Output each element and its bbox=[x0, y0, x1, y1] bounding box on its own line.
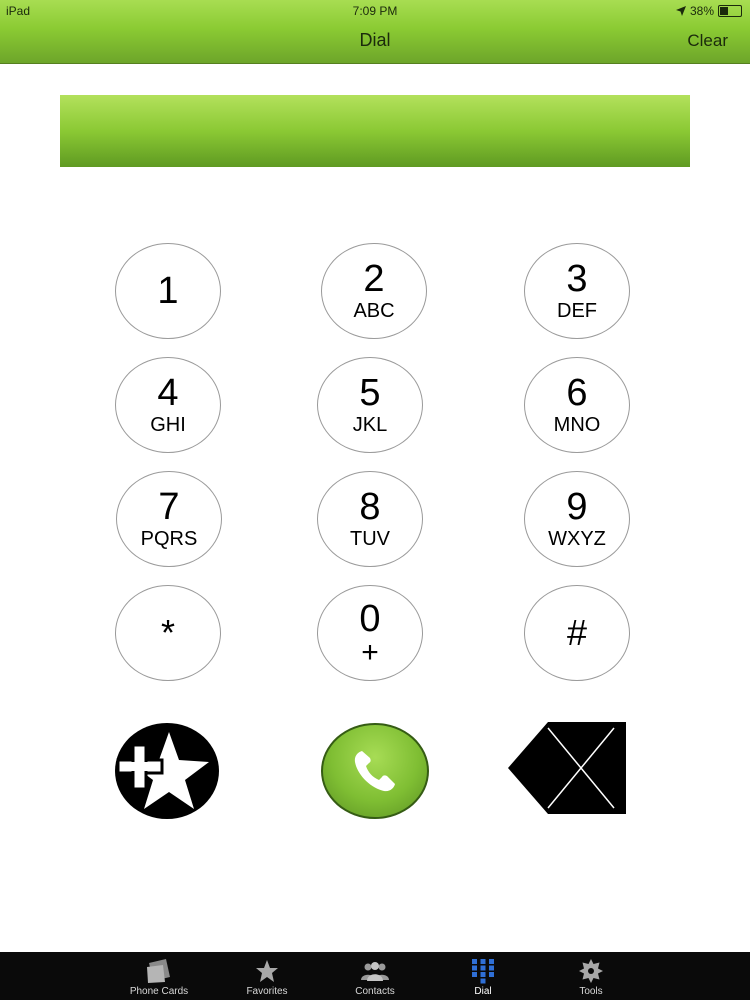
key-0[interactable]: 0 + bbox=[317, 585, 423, 681]
tab-phone-cards[interactable]: Phone Cards bbox=[105, 952, 213, 1000]
key-digit: 0 bbox=[359, 598, 381, 640]
tab-label: Contacts bbox=[355, 986, 395, 997]
location-arrow-icon bbox=[675, 6, 686, 16]
key-3[interactable]: 3 DEF bbox=[524, 243, 630, 339]
backspace-x-icon bbox=[508, 722, 626, 814]
key-hash[interactable]: # bbox=[524, 585, 630, 681]
key-letters: DEF bbox=[557, 300, 597, 322]
nav-bar: iPad 7:09 PM 38% Dial Clear bbox=[0, 0, 750, 64]
tab-dial[interactable]: Dial bbox=[429, 952, 537, 1000]
status-time: 7:09 PM bbox=[352, 4, 398, 18]
number-display bbox=[60, 95, 690, 167]
key-2[interactable]: 2 ABC bbox=[321, 243, 427, 339]
tab-tools[interactable]: Tools bbox=[537, 952, 645, 1000]
call-button[interactable] bbox=[321, 723, 429, 819]
tab-contacts[interactable]: Contacts bbox=[321, 952, 429, 1000]
key-5[interactable]: 5 JKL bbox=[317, 357, 423, 453]
key-digit: 5 bbox=[359, 372, 381, 414]
add-favorite-button[interactable] bbox=[114, 722, 220, 820]
tab-label: Tools bbox=[579, 986, 603, 997]
star-icon bbox=[255, 958, 279, 984]
key-letters: GHI bbox=[150, 414, 186, 436]
key-digit: 2 bbox=[363, 258, 385, 300]
key-digit: * bbox=[160, 612, 175, 653]
keypad-grid-icon bbox=[471, 958, 495, 984]
key-6[interactable]: 6 MNO bbox=[524, 357, 630, 453]
key-letters: WXYZ bbox=[548, 528, 606, 550]
key-4[interactable]: 4 GHI bbox=[115, 357, 221, 453]
key-digit: 8 bbox=[359, 486, 381, 528]
key-letters: + bbox=[361, 636, 379, 669]
key-letters: JKL bbox=[352, 414, 388, 436]
tab-label: Phone Cards bbox=[129, 986, 189, 997]
key-1[interactable]: 1 bbox=[115, 243, 221, 339]
tab-bar: Phone Cards Favorites Contacts Dial Tool… bbox=[0, 952, 750, 1000]
key-digit: # bbox=[566, 612, 588, 653]
tab-favorites[interactable]: Favorites bbox=[213, 952, 321, 1000]
clear-button[interactable]: Clear bbox=[687, 31, 728, 51]
key-letters: TUV bbox=[350, 528, 390, 550]
key-9[interactable]: 9 WXYZ bbox=[524, 471, 630, 567]
backspace-button[interactable] bbox=[508, 722, 626, 814]
key-digit: 6 bbox=[566, 372, 588, 414]
key-digit: 9 bbox=[566, 486, 588, 528]
key-digit: 1 bbox=[157, 270, 179, 312]
key-digit: 7 bbox=[158, 486, 180, 528]
star-plus-icon bbox=[115, 723, 219, 819]
key-7[interactable]: 7 PQRS bbox=[116, 471, 222, 567]
tab-label: Dial bbox=[474, 986, 492, 997]
phone-handset-icon bbox=[354, 751, 395, 792]
key-8[interactable]: 8 TUV bbox=[317, 471, 423, 567]
phone-cards-icon bbox=[146, 958, 172, 984]
gear-icon bbox=[579, 958, 603, 984]
key-digit: 4 bbox=[157, 372, 179, 414]
key-digit: 3 bbox=[566, 258, 588, 300]
battery-icon bbox=[718, 5, 742, 17]
tab-label: Favorites bbox=[246, 986, 288, 997]
page-title: Dial bbox=[359, 30, 391, 50]
key-letters: ABC bbox=[353, 300, 395, 322]
battery-percent: 38% bbox=[689, 4, 714, 18]
key-letters: PQRS bbox=[140, 528, 198, 550]
key-letters: MNO bbox=[553, 414, 601, 436]
people-icon bbox=[359, 958, 391, 984]
key-star[interactable]: * bbox=[115, 585, 221, 681]
status-right: 38% bbox=[675, 4, 742, 18]
